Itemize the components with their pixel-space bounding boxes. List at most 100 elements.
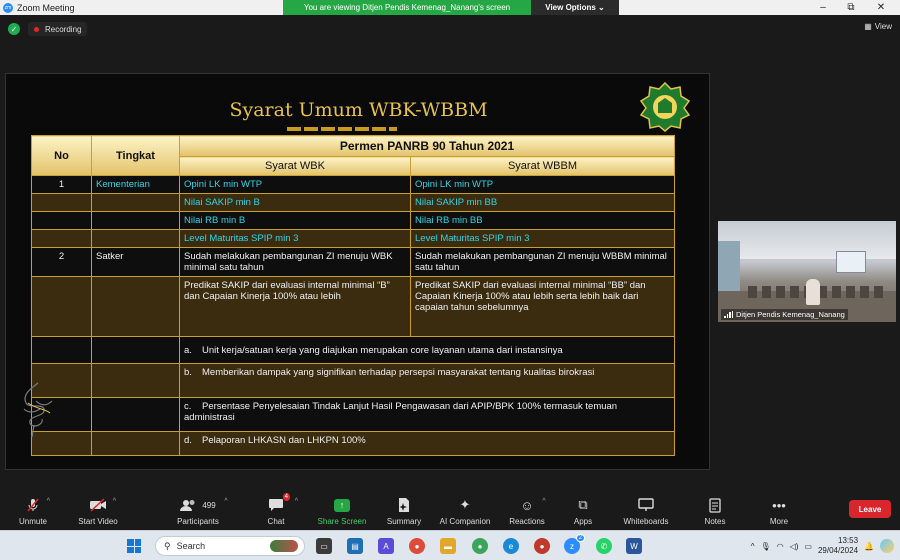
cell-no: 1 [31,175,92,194]
reactions-button[interactable]: ☺ ^ Reactions [507,492,547,527]
more-label: More [769,517,789,526]
list-text: Memberikan dampak yang signifikan terhad… [202,367,595,378]
search-highlight-icon [270,540,298,552]
cell-no [31,193,92,212]
meeting-toolbar: ^ Unmute ^ Start Video 499 ^ Participant… [0,488,900,528]
view-button[interactable]: ▦ View [864,22,892,31]
share-screen-icon: ↑ [334,498,350,512]
ai-companion-button[interactable]: ✦ AI Companion [437,492,493,526]
task-view-icon[interactable]: ▭ [316,538,332,554]
table-row: c. Persentase Penyelesaian Tindak Lanjut … [31,397,675,432]
cell-wbbm: Predikat SAKIP dari evaluasi internal mi… [410,276,675,337]
cell-tingkat: Kementerian [91,175,180,194]
caret-up-icon[interactable]: ^ [224,498,227,505]
restore-button[interactable]: ⧉ [836,0,866,15]
unmute-label: Unmute [18,517,47,526]
wifi-icon[interactable]: ◠ [777,542,784,551]
cell-empty [91,431,180,456]
chat-button[interactable]: 4 ^ Chat [264,492,298,526]
cell-wbk: Level Maturitas SPIP min 3 [179,229,411,248]
taskbar-search-input[interactable]: ⚲ Search [155,536,305,556]
windows-taskbar: ⚲ Search ▭ ▤ A ● ▬ ● e ● z2 ✆ W ^ 🎙 ◠ ◁)… [0,530,900,560]
participants-button[interactable]: 499 ^ Participants [174,492,228,526]
reactions-label: Reactions [509,517,545,526]
zoom-badge: 2 [575,534,585,542]
summary-label: Summary [386,517,422,526]
clock-time: 13:53 [838,536,859,545]
cell-wbk: Opini LK min WTP [179,175,411,194]
caret-up-icon[interactable]: ^ [542,498,545,505]
participant-video-tile[interactable]: Ditjen Pendis Kemenag_Nanang [718,221,896,322]
cell-empty [91,336,180,364]
chrome-profile-icon[interactable]: ● [472,538,488,554]
participants-label: Participants [177,517,219,526]
list-item: c. Persentase Penyelesaian Tindak Lanjut … [179,397,675,432]
header-tingkat: Tingkat [91,135,180,176]
more-button[interactable]: ••• More [766,492,792,527]
video-projector-screen [836,251,866,273]
list-text: Persentase Penyelesaian Tindak Lanjut Ha… [184,401,618,423]
apps-button[interactable]: ⧉ Apps [571,492,595,526]
start-video-button[interactable]: ^ Start Video [74,492,122,526]
zoom-logo-icon: zm [3,2,13,13]
store-icon[interactable]: ▤ [347,538,363,554]
caret-up-icon[interactable]: ^ [113,498,116,505]
microphone-icon[interactable]: 🎙 [760,542,770,551]
table-row: Predikat SAKIP dari evaluasi internal mi… [31,276,675,337]
shared-screen-slide: Syarat Umum WBK-WBBM No Tingkat Permen P… [5,73,710,470]
list-item: a. Unit kerja/satuan kerja yang diajukan … [179,336,675,364]
viewing-banner: You are viewing Ditjen Pendis Kemenag_Na… [283,0,531,15]
share-screen-icon-wrap: ↑ [334,496,350,514]
ai-companion-label: AI Companion [439,517,491,526]
whatsapp-icon[interactable]: ✆ [596,538,612,554]
cell-no [31,229,92,248]
notification-bell-icon[interactable]: 🔔 [864,542,874,551]
word-icon[interactable]: W [626,538,642,554]
video-off-icon: ^ [89,496,116,514]
app-icon[interactable]: A [378,538,394,554]
cell-wbk: Nilai SAKIP min B [179,193,411,212]
notes-icon [709,496,721,514]
share-screen-button[interactable]: ↑ Share Screen [316,492,368,526]
search-placeholder: Search [176,541,206,551]
chrome-icon[interactable]: ● [409,538,425,554]
chevron-down-icon: ⌄ [598,3,605,12]
apps-label: Apps [573,517,593,526]
slide-title: Syarat Umum WBK-WBBM [229,99,488,121]
cell-wbbm: Nilai RB min BB [410,211,675,230]
cell-wbk: Predikat SAKIP dari evaluasi internal mi… [179,276,411,337]
chrome-alt-icon[interactable]: ● [534,538,550,554]
summary-button[interactable]: Summary [384,492,424,526]
record-dot-icon [34,26,39,32]
volume-icon[interactable]: ◁) [790,542,799,551]
start-video-label: Start Video [78,517,118,526]
participant-name-label: Ditjen Pendis Kemenag_Nanang [721,309,848,320]
leave-button[interactable]: Leave [849,500,891,518]
battery-icon[interactable]: ▭ [804,542,812,551]
taskbar-clock[interactable]: 13:53 29/04/2024 [818,536,858,556]
notes-button[interactable]: Notes [701,492,729,526]
grid-view-icon: ▦ [864,22,872,31]
caret-up-icon[interactable]: ^ [295,498,298,505]
zoom-app-icon[interactable]: z2 [564,534,585,554]
signal-strength-icon [724,311,733,318]
participant-name: Ditjen Pendis Kemenag_Nanang [736,310,845,319]
copilot-icon[interactable] [880,539,894,553]
view-options-button[interactable]: View Options ⌄ [531,0,619,15]
table-row: Nilai SAKIP min B Nilai SAKIP min BB [31,193,675,212]
unmute-button[interactable]: ^ Unmute [15,492,51,526]
minimize-button[interactable]: – [808,0,838,15]
whiteboards-button[interactable]: Whiteboards [620,492,672,526]
security-shield-icon[interactable]: ✓ [8,23,20,35]
video-person [806,279,820,305]
caret-up-icon[interactable]: ^ [47,498,50,505]
sparkle-icon: ✦ [459,497,471,512]
edge-icon[interactable]: e [503,538,519,554]
file-explorer-icon[interactable]: ▬ [440,538,456,554]
video-ceiling [718,221,896,259]
windows-start-icon[interactable] [127,539,141,553]
close-button[interactable]: ✕ [866,0,896,15]
recording-indicator[interactable]: Recording [28,22,88,36]
chevron-up-icon[interactable]: ^ [751,542,755,551]
list-letter: d. [184,435,192,446]
